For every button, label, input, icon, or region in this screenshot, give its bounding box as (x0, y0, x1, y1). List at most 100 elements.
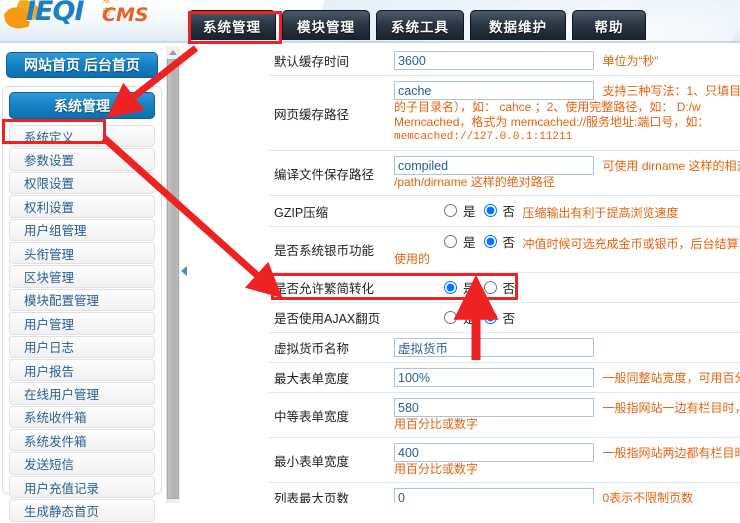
tab-system-tools[interactable]: 系统工具 (376, 10, 464, 40)
sidebar-item-module-config-management[interactable]: 模块配置管理 (9, 288, 155, 312)
sidebar-item-permission-settings[interactable]: 权限设置 (9, 171, 155, 195)
gzip-label-yes[interactable]: 是 (463, 201, 476, 220)
left-sidebar: 网站首页 后台首页 系统管理 系统定义 参数设置 权限设置 权利设置 用户组管理… (0, 46, 166, 522)
ajax-paging-radio-yes[interactable] (444, 311, 457, 324)
row-hint-2: /path/dirname 这样的绝对路径 (394, 175, 555, 189)
row-field: 一般同整站宽度，可用百分比 (388, 362, 740, 393)
system-definition-form: 默认缓存时间 单位为“秒” 网页缓存路径 支持三种写法：1、只填目录名 的子目录… (268, 46, 740, 503)
row-hint-3: Memcached，格式为 memcached://服务地址:端口号，如： (394, 115, 710, 129)
default-cache-time-input[interactable] (394, 51, 594, 70)
min-form-width-input[interactable] (394, 443, 594, 462)
compiled-path-input[interactable] (394, 156, 594, 175)
tab-help[interactable]: 帮助 (572, 10, 646, 40)
form-row-min-form-width: 最小表单宽度 一般指网站两边都有栏目时， 用百分比或数字 (268, 437, 740, 483)
row-field: 一般指网站一边有栏目时，另 用百分比或数字 (388, 392, 740, 438)
row-label: 虚拟货币名称 (268, 332, 388, 363)
home-links-button[interactable]: 网站首页 后台首页 (6, 52, 158, 78)
conversion-radio-yes[interactable] (444, 281, 457, 294)
form-row-web-cache-path: 网页缓存路径 支持三种写法：1、只填目录名 的子目录名），如： cahce ；2… (268, 75, 740, 151)
sidebar-item-block-management[interactable]: 区块管理 (9, 265, 155, 288)
sidebar-scrollbar-thumb[interactable] (167, 59, 179, 499)
sidebar-menu-list: 系统定义 参数设置 权限设置 权利设置 用户组管理 头衔管理 区块管理 模块配置… (9, 125, 155, 523)
gzip-radio-no[interactable] (483, 204, 497, 217)
row-hint: 一般同整站宽度，可用百分比 (602, 370, 740, 385)
row-field (388, 332, 740, 363)
sidebar-item-user-group-management[interactable]: 用户组管理 (9, 218, 155, 241)
sidebar-panel-title[interactable]: 系统管理 (9, 92, 155, 119)
form-row-ajax-paging: 是否使用AJAX翻页 是 否 (268, 302, 740, 333)
gzip-radio-group: 是 否 (444, 201, 519, 220)
row-hint-2: 用百分比或数字 (394, 417, 479, 431)
conversion-radio-group: 是 否 (444, 278, 519, 297)
sidebar-item-user-log[interactable]: 用户日志 (9, 335, 155, 358)
row-label: 编译文件保存路径 (268, 150, 388, 196)
sidebar-item-user-recharge-records[interactable]: 用户充值记录 (9, 475, 155, 499)
silver-coin-radio-no[interactable] (483, 235, 497, 248)
app-header: IEQI 爱奇 CMS 系统管理 模块管理 系统工具 数据维护 帮助 (0, 0, 740, 42)
row-hint: 压缩输出有利于提高浏览速度 (522, 206, 679, 220)
sidebar-item-send-sms[interactable]: 发送短信 (9, 452, 155, 475)
row-hint-4: memcached://127.0.0.1:11211 (394, 131, 573, 143)
silver-coin-radio-yes[interactable] (444, 235, 457, 248)
ajax-paging-radio-no[interactable] (483, 311, 497, 324)
logo-wordmark: IEQI (26, 0, 84, 27)
silver-coin-label-yes[interactable]: 是 (463, 232, 476, 251)
ajax-paging-radio-group: 是 否 (444, 308, 519, 327)
tab-system-management[interactable]: 系统管理 (188, 10, 276, 40)
row-hint: 一般指网站两边都有栏目时， (602, 445, 740, 460)
sidebar-item-title-management[interactable]: 头衔管理 (9, 241, 155, 265)
row-field: 一般指网站两边都有栏目时， 用百分比或数字 (388, 437, 740, 483)
ajax-paging-label-no[interactable]: 否 (503, 308, 516, 327)
ajax-paging-label-yes[interactable]: 是 (463, 308, 476, 327)
sidebar-item-system-definition[interactable]: 系统定义 (9, 125, 155, 148)
row-hint: 一般指网站一边有栏目时，另 (602, 400, 740, 415)
conversion-label-no[interactable]: 否 (503, 278, 516, 297)
medium-form-width-input[interactable] (394, 398, 594, 417)
row-field: 是 否 冲值时候可选充成金币或银币，后台结算可分 使用的 (388, 226, 740, 273)
panel-collapse-arrow-icon[interactable] (181, 264, 190, 278)
row-field: 0表示不限制页数 (388, 482, 740, 504)
virtual-currency-name-input[interactable] (394, 338, 594, 357)
tab-data-maintenance[interactable]: 数据维护 (470, 10, 566, 40)
row-label: 是否使用AJAX翻页 (268, 302, 388, 333)
row-hint-2: 使用的 (394, 252, 431, 266)
row-label: 默认缓存时间 (268, 46, 388, 76)
sidebar-item-parameter-settings[interactable]: 参数设置 (9, 148, 155, 171)
form-row-gzip: GZIP压缩 是 否 压缩输出有利于提高浏览速度 (268, 195, 740, 227)
form-row-silver-coin: 是否系统银币功能 是 否 冲值时候可选充成金币或银币，后台结算可分 使用的 (268, 226, 740, 273)
gzip-radio-yes[interactable] (444, 204, 457, 217)
sidebar-item-user-report[interactable]: 用户报告 (9, 358, 155, 382)
gzip-label-no[interactable]: 否 (503, 201, 516, 220)
row-hint: 0表示不限制页数 (602, 490, 694, 504)
sidebar-menu-panel: 系统管理 系统定义 参数设置 权限设置 权利设置 用户组管理 头衔管理 区块管理… (2, 86, 162, 522)
max-form-width-input[interactable] (394, 368, 594, 387)
sidebar-item-online-user-management[interactable]: 在线用户管理 (9, 382, 155, 405)
row-hint-2: 用百分比或数字 (394, 462, 479, 476)
conversion-radio-no[interactable] (483, 281, 497, 294)
web-cache-path-input[interactable] (394, 81, 594, 100)
header-divider (0, 41, 740, 43)
row-label: 网页缓存路径 (268, 75, 388, 151)
form-row-compiled-path: 编译文件保存路径 可使用 dirname 这样的相对路 /path/dirnam… (268, 150, 740, 196)
sidebar-item-system-inbox[interactable]: 系统收件箱 (9, 405, 155, 429)
scroll-up-arrow-icon[interactable] (166, 46, 180, 58)
row-field: 单位为“秒” (388, 46, 740, 76)
sidebar-item-system-outbox[interactable]: 系统发件箱 (9, 429, 155, 452)
row-label: 中等表单宽度 (268, 392, 388, 438)
list-max-pages-input[interactable] (394, 488, 594, 503)
form-row-max-form-width: 最大表单宽度 一般同整站宽度，可用百分比 (268, 362, 740, 393)
form-row-list-max-pages: 列表最大页数 0表示不限制页数 (268, 482, 740, 504)
row-field: 是 否 压缩输出有利于提高浏览速度 (388, 195, 740, 227)
conversion-label-yes[interactable]: 是 (463, 278, 476, 297)
row-label: GZIP压缩 (268, 195, 388, 227)
tab-module-management[interactable]: 模块管理 (282, 10, 370, 40)
silver-coin-label-no[interactable]: 否 (503, 232, 516, 251)
settings-form-area: 默认缓存时间 单位为“秒” 网页缓存路径 支持三种写法：1、只填目录名 的子目录… (268, 46, 740, 503)
row-field: 可使用 dirname 这样的相对路 /path/dirname 这样的绝对路径 (388, 150, 740, 196)
sidebar-item-rights-settings[interactable]: 权利设置 (9, 195, 155, 218)
row-hint: 可使用 dirname 这样的相对路 (602, 158, 740, 173)
form-row-traditional-simplified: 是否允许繁简转化 是 否 (268, 272, 740, 303)
row-label: 列表最大页数 (268, 482, 388, 503)
sidebar-item-user-management[interactable]: 用户管理 (9, 312, 155, 335)
row-hint: 冲值时候可选充成金币或银币，后台结算可分 (522, 237, 740, 251)
